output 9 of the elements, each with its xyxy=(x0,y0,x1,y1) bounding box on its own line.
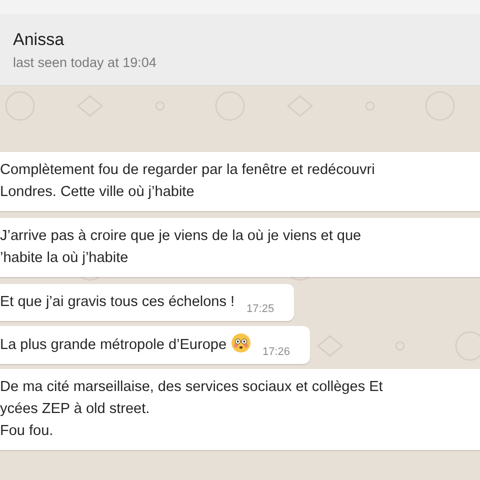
message-text: Et que j’ai gravis tous ces échelons ! xyxy=(0,293,235,312)
message-text: La plus grande métropole d’Europe xyxy=(0,333,251,356)
last-seen-status: last seen today at 19:04 xyxy=(13,54,156,70)
message-text: De ma cité marseillaise, des services sociaux et collèges Et ycées ZEP à old street. Fou fou. xyxy=(0,378,383,441)
message-text: J’arrive pas à croire que je viens de la où je viens et que ’habite la où j’habite xyxy=(0,227,362,268)
message-text: Complètement fou de regarder par la fenêtre et redécouvri Londres. Cette ville où j’habite xyxy=(0,161,375,202)
message-time: 17:25 xyxy=(246,303,274,315)
message-time: 17:26 xyxy=(262,346,290,358)
contact-name: Anissa xyxy=(13,30,66,50)
